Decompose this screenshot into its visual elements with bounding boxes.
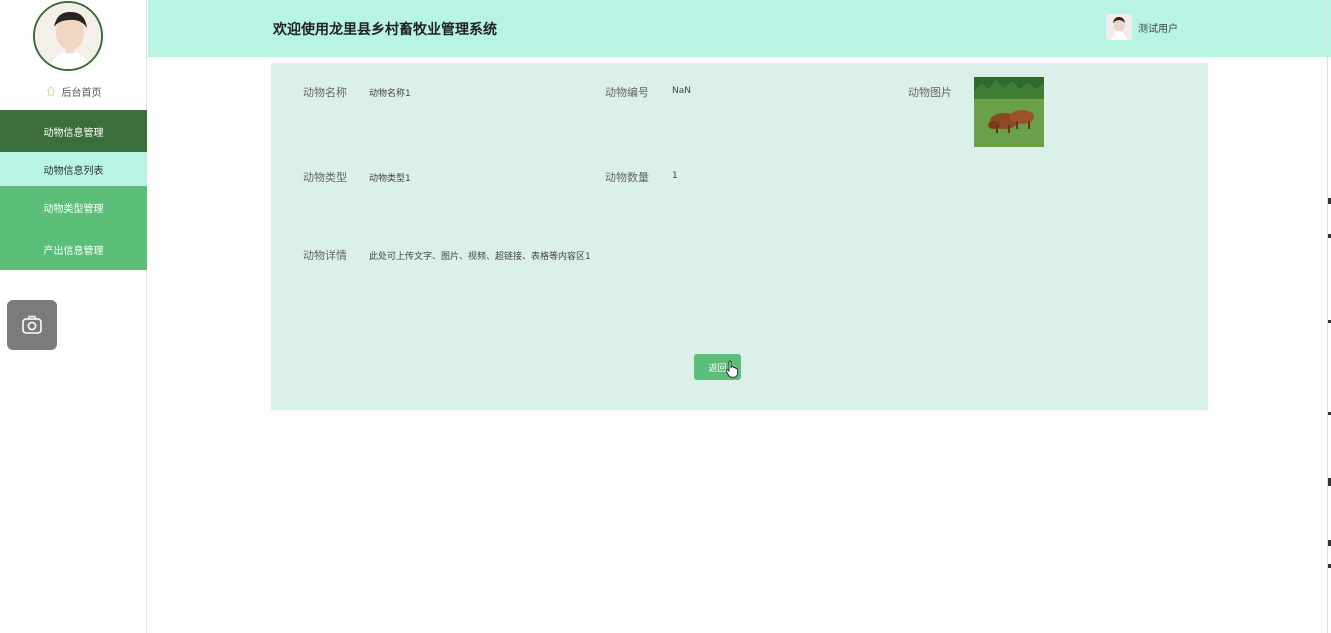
sidebar-avatar xyxy=(33,1,103,71)
user-avatar xyxy=(1106,14,1132,40)
sidebar: 后台首页 动物信息管理 动物信息列表 动物类型管理 产出信息管理 xyxy=(0,0,147,633)
home-link[interactable]: 后台首页 xyxy=(0,82,147,100)
animal-detail-panel: 动物名称 动物名称1 动物编号 NaN 动物图片 动物类型 动物类型1 动物数量 xyxy=(271,63,1208,410)
animal-image-label: 动物图片 xyxy=(908,86,952,99)
animal-detail-label: 动物详情 xyxy=(303,249,347,262)
window-edge xyxy=(1327,0,1331,633)
sidebar-menu: 动物信息管理 动物信息列表 动物类型管理 产出信息管理 xyxy=(0,110,147,270)
animal-type-label: 动物类型 xyxy=(303,171,347,184)
back-button-label: 返回 xyxy=(708,362,727,373)
menu-output-info-management[interactable]: 产出信息管理 xyxy=(0,228,147,270)
animal-detail-value: 此处可上传文字、图片、视频、超链接、表格等内容区1 xyxy=(369,252,591,262)
top-header: 欢迎使用龙里县乡村畜牧业管理系统 测试用户 xyxy=(148,0,1331,57)
menu-label: 动物信息列表 xyxy=(43,165,104,177)
animal-count-value: 1 xyxy=(672,171,678,181)
animal-name-value: 动物名称1 xyxy=(369,89,411,99)
home-icon xyxy=(46,86,56,96)
camera-icon xyxy=(22,315,42,334)
menu-animal-type-management[interactable]: 动物类型管理 xyxy=(0,186,147,228)
animal-type-value: 动物类型1 xyxy=(369,174,411,184)
animal-name-label: 动物名称 xyxy=(303,86,347,99)
user-menu[interactable]: 测试用户 xyxy=(1106,13,1178,41)
animal-image xyxy=(974,77,1044,147)
menu-label: 动物信息管理 xyxy=(43,127,104,139)
menu-label: 产出信息管理 xyxy=(43,245,104,257)
hand-cursor-icon xyxy=(725,360,739,378)
username: 测试用户 xyxy=(1138,23,1178,35)
animal-number-value: NaN xyxy=(672,86,691,96)
menu-animal-info-list[interactable]: 动物信息列表 xyxy=(0,152,147,186)
menu-animal-info-management[interactable]: 动物信息管理 xyxy=(0,110,147,152)
animal-number-label: 动物编号 xyxy=(605,86,649,99)
home-link-label: 后台首页 xyxy=(61,87,102,99)
page-title: 欢迎使用龙里县乡村畜牧业管理系统 xyxy=(273,22,497,38)
menu-label: 动物类型管理 xyxy=(43,203,104,215)
animal-count-label: 动物数量 xyxy=(605,171,649,184)
camera-button[interactable] xyxy=(7,300,57,350)
app-window: 后台首页 动物信息管理 动物信息列表 动物类型管理 产出信息管理 欢迎使用龙里县… xyxy=(0,0,1331,633)
